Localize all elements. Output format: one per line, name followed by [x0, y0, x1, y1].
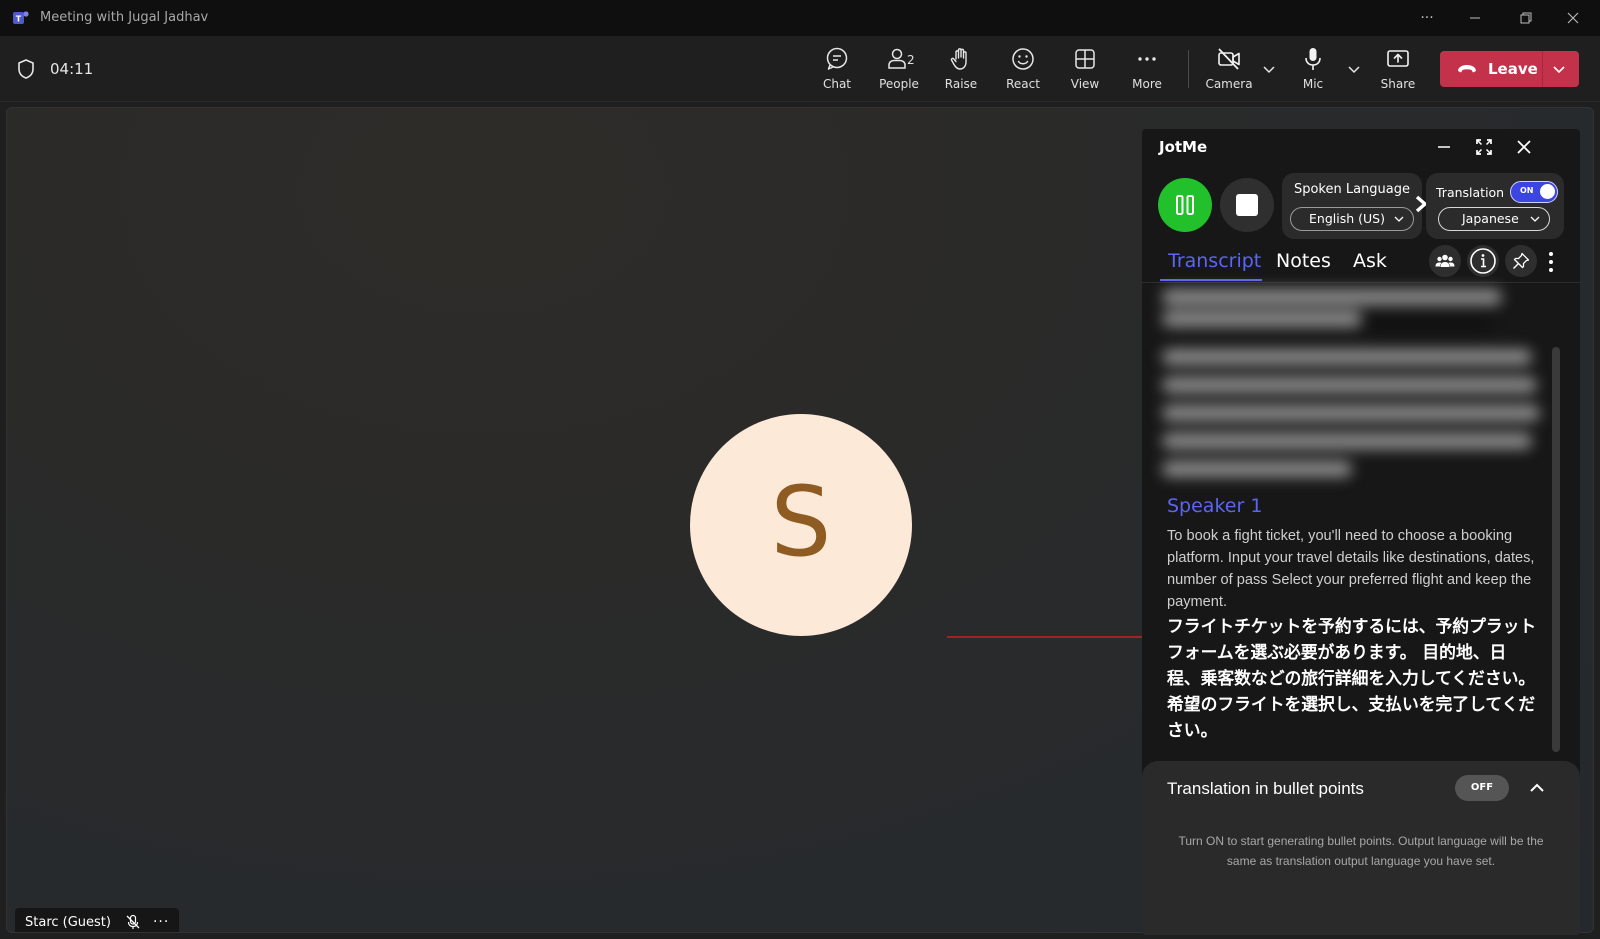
meeting-timer: 04:11 — [50, 60, 94, 78]
leave-label: Leave — [1488, 60, 1538, 78]
view-label: View — [1070, 77, 1100, 91]
leave-divider — [1542, 51, 1543, 87]
raise-hand-button[interactable]: Raise — [931, 44, 991, 96]
jotme-title: JotMe — [1159, 138, 1208, 156]
stop-icon — [1236, 194, 1258, 216]
tab-notes[interactable]: Notes — [1276, 250, 1331, 272]
window-title: Meeting with Jugal Jadhav — [40, 10, 209, 25]
avatar-initial: S — [770, 466, 832, 578]
chevron-down-icon — [1394, 216, 1404, 222]
transcript-japanese-translation: フライトチケットを予約するには、予約プラットフォームを選ぶ必要があります。 目的… — [1167, 616, 1537, 740]
share-screen-icon — [1387, 50, 1409, 67]
pause-icon — [1176, 195, 1194, 215]
translation-box: Translation ON Japanese — [1426, 173, 1564, 239]
pin-button[interactable] — [1505, 245, 1537, 277]
people-group-icon — [1435, 254, 1455, 267]
chat-button[interactable]: Chat — [807, 44, 867, 96]
toggle-knob — [1540, 184, 1555, 199]
raise-hand-icon — [950, 48, 967, 70]
chevron-down-icon — [1530, 216, 1540, 222]
mic-button[interactable]: Mic — [1283, 44, 1343, 96]
participant-name-tag[interactable]: Starc (Guest) ··· — [15, 908, 180, 932]
share-label: Share — [1380, 77, 1416, 91]
spoken-language-value: English (US) — [1309, 211, 1385, 226]
participant-more-icon[interactable]: ··· — [153, 914, 169, 930]
transcript-english-text: To book a fight ticket, you'll need to c… — [1167, 528, 1535, 610]
raise-label: Raise — [944, 77, 978, 91]
mic-icon — [1305, 48, 1321, 70]
title-bar: T Meeting with Jugal Jadhav ··· — [0, 0, 1600, 36]
annotation-arrow-icon — [947, 632, 1158, 642]
people-label: People — [879, 77, 919, 91]
chevron-up-icon[interactable] — [1528, 779, 1546, 797]
translation-toggle[interactable]: ON — [1510, 181, 1558, 203]
stop-recording-button[interactable] — [1220, 178, 1274, 232]
close-button[interactable] — [1550, 0, 1596, 36]
react-button[interactable]: React — [993, 44, 1053, 96]
speaker-label: Speaker 1 — [1167, 495, 1263, 517]
more-dots-icon — [1138, 57, 1156, 61]
camera-label: Camera — [1205, 77, 1253, 91]
teams-meeting-window: T Meeting with Jugal Jadhav ··· 04:11 Ch… — [0, 0, 1600, 939]
more-options-icon[interactable]: ··· — [1404, 0, 1450, 36]
more-button[interactable]: More — [1117, 44, 1177, 96]
jotme-panel: JotMe Spoken Language English (US) Trans… — [1142, 129, 1580, 935]
bullet-points-section: Translation in bullet points OFF Turn ON… — [1142, 761, 1580, 935]
people-count-badge: 2 — [907, 53, 915, 67]
leave-button[interactable]: Leave — [1440, 51, 1579, 87]
tab-ask[interactable]: Ask — [1353, 250, 1387, 272]
bullet-points-description: Turn ON to start generating bullet point… — [1178, 834, 1544, 868]
chat-icon — [826, 47, 848, 70]
chat-label: Chat — [822, 77, 852, 91]
pause-recording-button[interactable] — [1158, 178, 1212, 232]
close-icon[interactable] — [1512, 135, 1536, 159]
camera-button[interactable]: Camera — [1199, 44, 1259, 96]
more-label: More — [1132, 77, 1162, 91]
mic-off-icon — [126, 914, 140, 929]
participant-name: Starc (Guest) — [25, 914, 111, 930]
pin-icon — [1513, 252, 1530, 269]
info-icon — [1470, 248, 1496, 274]
active-tab-indicator — [1160, 279, 1262, 281]
tab-transcript[interactable]: Transcript — [1168, 250, 1261, 272]
hang-up-phone-icon — [1458, 65, 1476, 73]
info-button[interactable] — [1467, 245, 1499, 277]
meeting-toolbar: 04:11 Chat People 2 Raise React View Mor… — [0, 36, 1600, 102]
expand-icon[interactable] — [1472, 135, 1496, 159]
translation-toggle-state: ON — [1520, 186, 1534, 195]
translation-language-value: Japanese — [1462, 211, 1519, 226]
toolbar-divider — [1188, 50, 1189, 88]
view-button[interactable]: View — [1055, 44, 1115, 96]
mic-options-chevron-icon[interactable] — [1345, 60, 1363, 78]
people-button[interactable]: People — [869, 44, 929, 96]
kebab-menu-icon[interactable] — [1542, 250, 1560, 274]
tab-divider — [1142, 282, 1580, 283]
camera-off-icon — [1218, 48, 1240, 70]
spoken-language-label: Spoken Language — [1293, 182, 1411, 197]
speakers-button[interactable] — [1429, 245, 1461, 277]
blurred-previous-transcript — [1162, 289, 1542, 479]
minimize-icon[interactable] — [1432, 135, 1456, 159]
shield-icon — [18, 59, 34, 79]
translation-label: Translation — [1436, 185, 1505, 200]
camera-options-chevron-icon[interactable] — [1260, 60, 1278, 78]
transcript-scrollbar[interactable] — [1552, 347, 1560, 752]
spoken-language-select[interactable]: English (US) — [1290, 207, 1414, 231]
bullet-points-toggle[interactable]: OFF — [1455, 775, 1509, 801]
mic-label: Mic — [1302, 77, 1324, 91]
participant-avatar: S — [690, 414, 912, 636]
leave-options-chevron-icon[interactable] — [1550, 60, 1568, 78]
restore-button[interactable] — [1503, 0, 1549, 36]
share-button[interactable]: Share — [1368, 44, 1428, 96]
spoken-language-box: Spoken Language English (US) — [1282, 173, 1422, 239]
react-label: React — [1006, 77, 1040, 91]
smile-icon — [1012, 48, 1034, 70]
grid-view-icon — [1075, 49, 1095, 69]
teams-app-icon: T — [13, 11, 29, 24]
minimize-button[interactable] — [1452, 0, 1498, 36]
svg-text:T: T — [16, 15, 22, 24]
bullet-points-title: Translation in bullet points — [1167, 779, 1364, 798]
translation-language-select[interactable]: Japanese — [1438, 207, 1550, 231]
